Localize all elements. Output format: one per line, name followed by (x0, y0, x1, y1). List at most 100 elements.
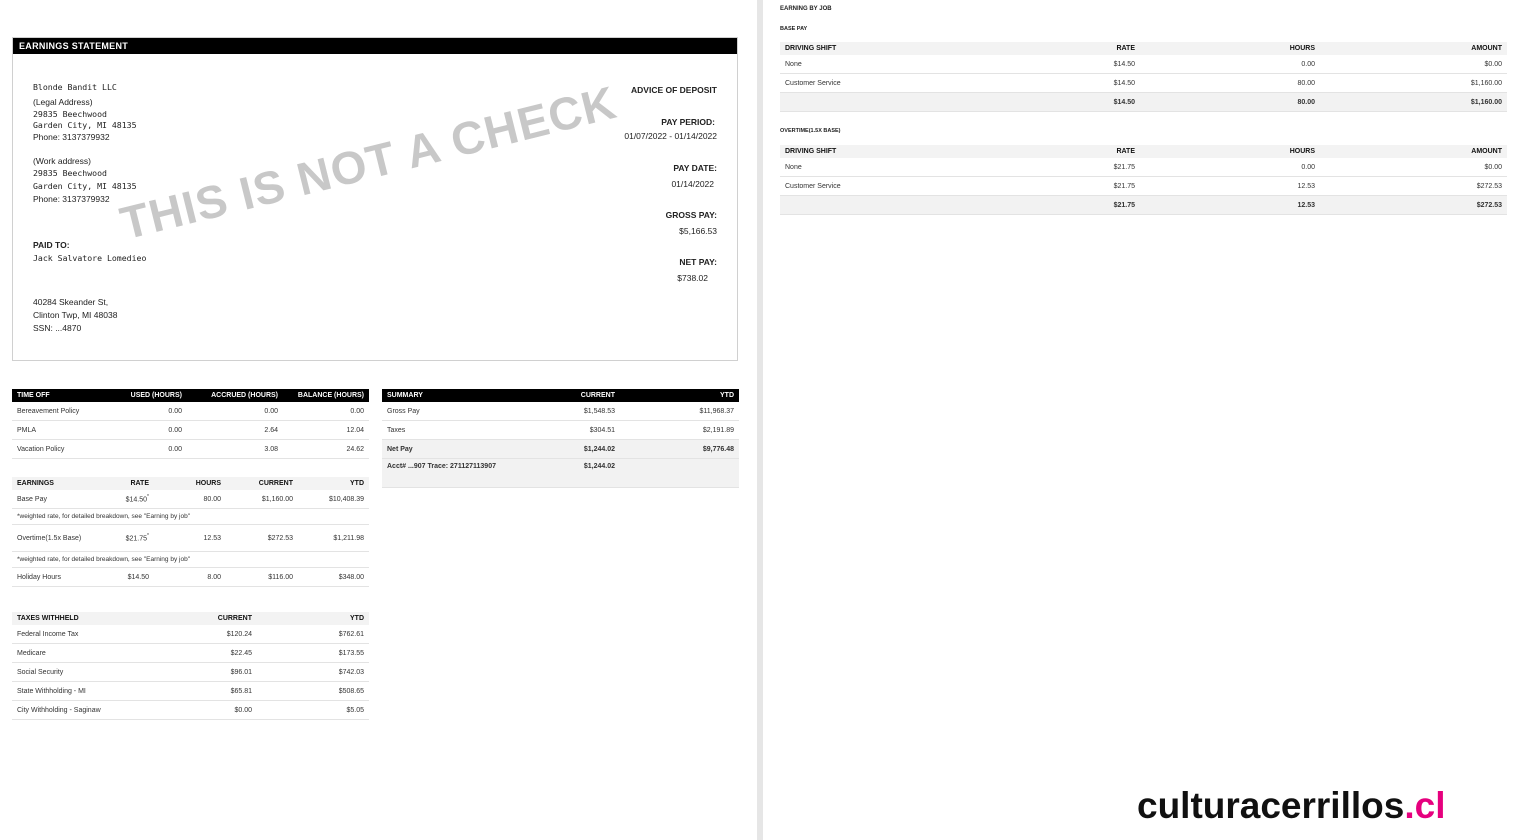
table-row: Net Pay $1,244.02 $9,776.48 (382, 439, 739, 459)
cell: Net Pay (382, 439, 502, 459)
cell: Acct# ...907 Trace: 271127113907 (382, 458, 502, 488)
column-header: RATE (92, 477, 154, 490)
cell: Taxes (382, 420, 502, 440)
cell: $9,776.48 (620, 439, 739, 459)
table-row: Base Pay $14.50* 80.00 $1,160.00 $10,408… (12, 490, 369, 509)
cell: $508.65 (257, 681, 369, 701)
column-header: ACCRUED (HOURS) (187, 389, 283, 402)
employee-city: Clinton Twp, MI 48038 (33, 310, 118, 320)
table-row: PMLA 0.00 2.64 12.04 (12, 420, 369, 440)
cell: Overtime(1.5x Base) (12, 524, 92, 552)
column-header: RATE (960, 42, 1140, 55)
cell: Medicare (12, 643, 142, 663)
table-header-row: DRIVING SHIFT RATE HOURS AMOUNT (780, 42, 1507, 55)
cell: PMLA (12, 420, 107, 440)
cell: Vacation Policy (12, 439, 107, 459)
cell: 0.00 (1140, 158, 1320, 177)
table-header-row: TAXES WITHHELD CURRENT YTD (12, 612, 369, 625)
column-header: DRIVING SHIFT (780, 42, 960, 55)
pay-date-value: 01/14/2022 (671, 179, 714, 189)
weighted-asterisk: * (147, 494, 149, 501)
taxes-table: TAXES WITHHELD CURRENT YTD Federal Incom… (12, 612, 369, 720)
table-header-row: EARNINGS RATE HOURS CURRENT YTD (12, 477, 369, 490)
company-name: Blonde Bandit LLC (33, 82, 117, 92)
cell: $21.75* (92, 524, 154, 552)
pay-period-value: 01/07/2022 - 01/14/2022 (624, 131, 717, 141)
cell: Holiday Hours (12, 567, 92, 587)
legal-address-label: (Legal Address) (33, 97, 93, 107)
cell: 12.53 (154, 524, 226, 552)
rate-value: $14.50 (125, 496, 148, 504)
table-header-row: TIME OFF USED (HOURS) ACCRUED (HOURS) BA… (12, 389, 369, 402)
cell: 0.00 (1140, 55, 1320, 74)
cell: 24.62 (283, 439, 369, 459)
weighted-rate-note: *weighted rate, for detailed breakdown, … (12, 508, 369, 525)
legal-phone: Phone: 3137379932 (33, 132, 110, 142)
table-row: Acct# ...907 Trace: 271127113907 $1,244.0… (382, 458, 739, 488)
column-header: TAXES WITHHELD (12, 612, 142, 625)
column-header: RATE (960, 145, 1140, 158)
net-pay-label: NET PAY: (679, 257, 717, 267)
cell: $0.00 (1320, 55, 1507, 74)
paid-to-label: PAID TO: (33, 240, 70, 250)
table-row: Social Security $96.01 $742.03 (12, 662, 369, 682)
net-pay-value: $738.02 (677, 273, 708, 283)
cell: $11,968.37 (620, 402, 739, 421)
column-header: YTD (620, 389, 739, 402)
advice-of-deposit: ADVICE OF DEPOSIT (631, 85, 717, 95)
cell: $21.75 (960, 158, 1140, 177)
cell: $0.00 (142, 700, 257, 720)
cell: 80.00 (1140, 73, 1320, 93)
column-header: YTD (257, 612, 369, 625)
column-header: EARNINGS (12, 477, 92, 490)
pay-period-label: PAY PERIOD: (661, 117, 715, 127)
weighted-asterisk: * (147, 533, 149, 540)
cell: $14.50* (92, 490, 154, 509)
column-header: HOURS (1140, 42, 1320, 55)
statement-header: EARNINGS STATEMENT (13, 38, 737, 54)
column-header: AMOUNT (1320, 42, 1507, 55)
cell: State Withholding - MI (12, 681, 142, 701)
work-city: Garden City, MI 48135 (33, 181, 137, 191)
cell: $742.03 (257, 662, 369, 682)
table-row: Customer Service $14.50 80.00 $1,160.00 (780, 73, 1507, 93)
legal-street: 29835 Beechwood (33, 109, 107, 119)
table-row: Bereavement Policy 0.00 0.00 0.00 (12, 402, 369, 421)
summary-table: SUMMARY CURRENT YTD Gross Pay $1,548.53 $1… (382, 389, 739, 488)
logo-tld: .cl (1404, 785, 1446, 826)
note-row: *weighted rate, for detailed breakdown, … (12, 551, 369, 568)
pay-date-label: PAY DATE: (673, 163, 717, 173)
cell: $762.61 (257, 625, 369, 644)
gross-pay-label: GROSS PAY: (665, 210, 717, 220)
cell: Customer Service (780, 176, 960, 196)
logo-text: culturacerrillos (1137, 785, 1405, 826)
column-header: USED (HOURS) (107, 389, 187, 402)
base-pay-by-job-table: DRIVING SHIFT RATE HOURS AMOUNT None $14.… (780, 42, 1507, 112)
cell: 0.00 (187, 402, 283, 421)
cell: $1,244.02 (502, 458, 620, 488)
column-header: YTD (298, 477, 369, 490)
cell: $120.24 (142, 625, 257, 644)
table-row: Taxes $304.51 $2,191.89 (382, 420, 739, 440)
cell: $1,548.53 (502, 402, 620, 421)
column-header: BALANCE (HOURS) (283, 389, 369, 402)
cell: 80.00 (1140, 92, 1320, 112)
column-header: DRIVING SHIFT (780, 145, 960, 158)
table-row: Federal Income Tax $120.24 $762.61 (12, 625, 369, 644)
cell: $65.81 (142, 681, 257, 701)
cell: City Withholding - Saginaw (12, 700, 142, 720)
weighted-rate-note: *weighted rate, for detailed breakdown, … (12, 551, 369, 568)
cell: 0.00 (107, 439, 187, 459)
note-row: *weighted rate, for detailed breakdown, … (12, 508, 369, 525)
table-row: Overtime(1.5x Base) $21.75* 12.53 $272.5… (12, 524, 369, 552)
cell: $14.50 (960, 92, 1140, 112)
cell: 2.64 (187, 420, 283, 440)
cell: $272.53 (226, 524, 298, 552)
column-header: SUMMARY (382, 389, 502, 402)
legal-city: Garden City, MI 48135 (33, 120, 137, 130)
cell: $22.45 (142, 643, 257, 663)
cell: Social Security (12, 662, 142, 682)
table-row: State Withholding - MI $65.81 $508.65 (12, 681, 369, 701)
table-header-row: SUMMARY CURRENT YTD (382, 389, 739, 402)
employee-street: 40284 Skeander St, (33, 297, 109, 307)
